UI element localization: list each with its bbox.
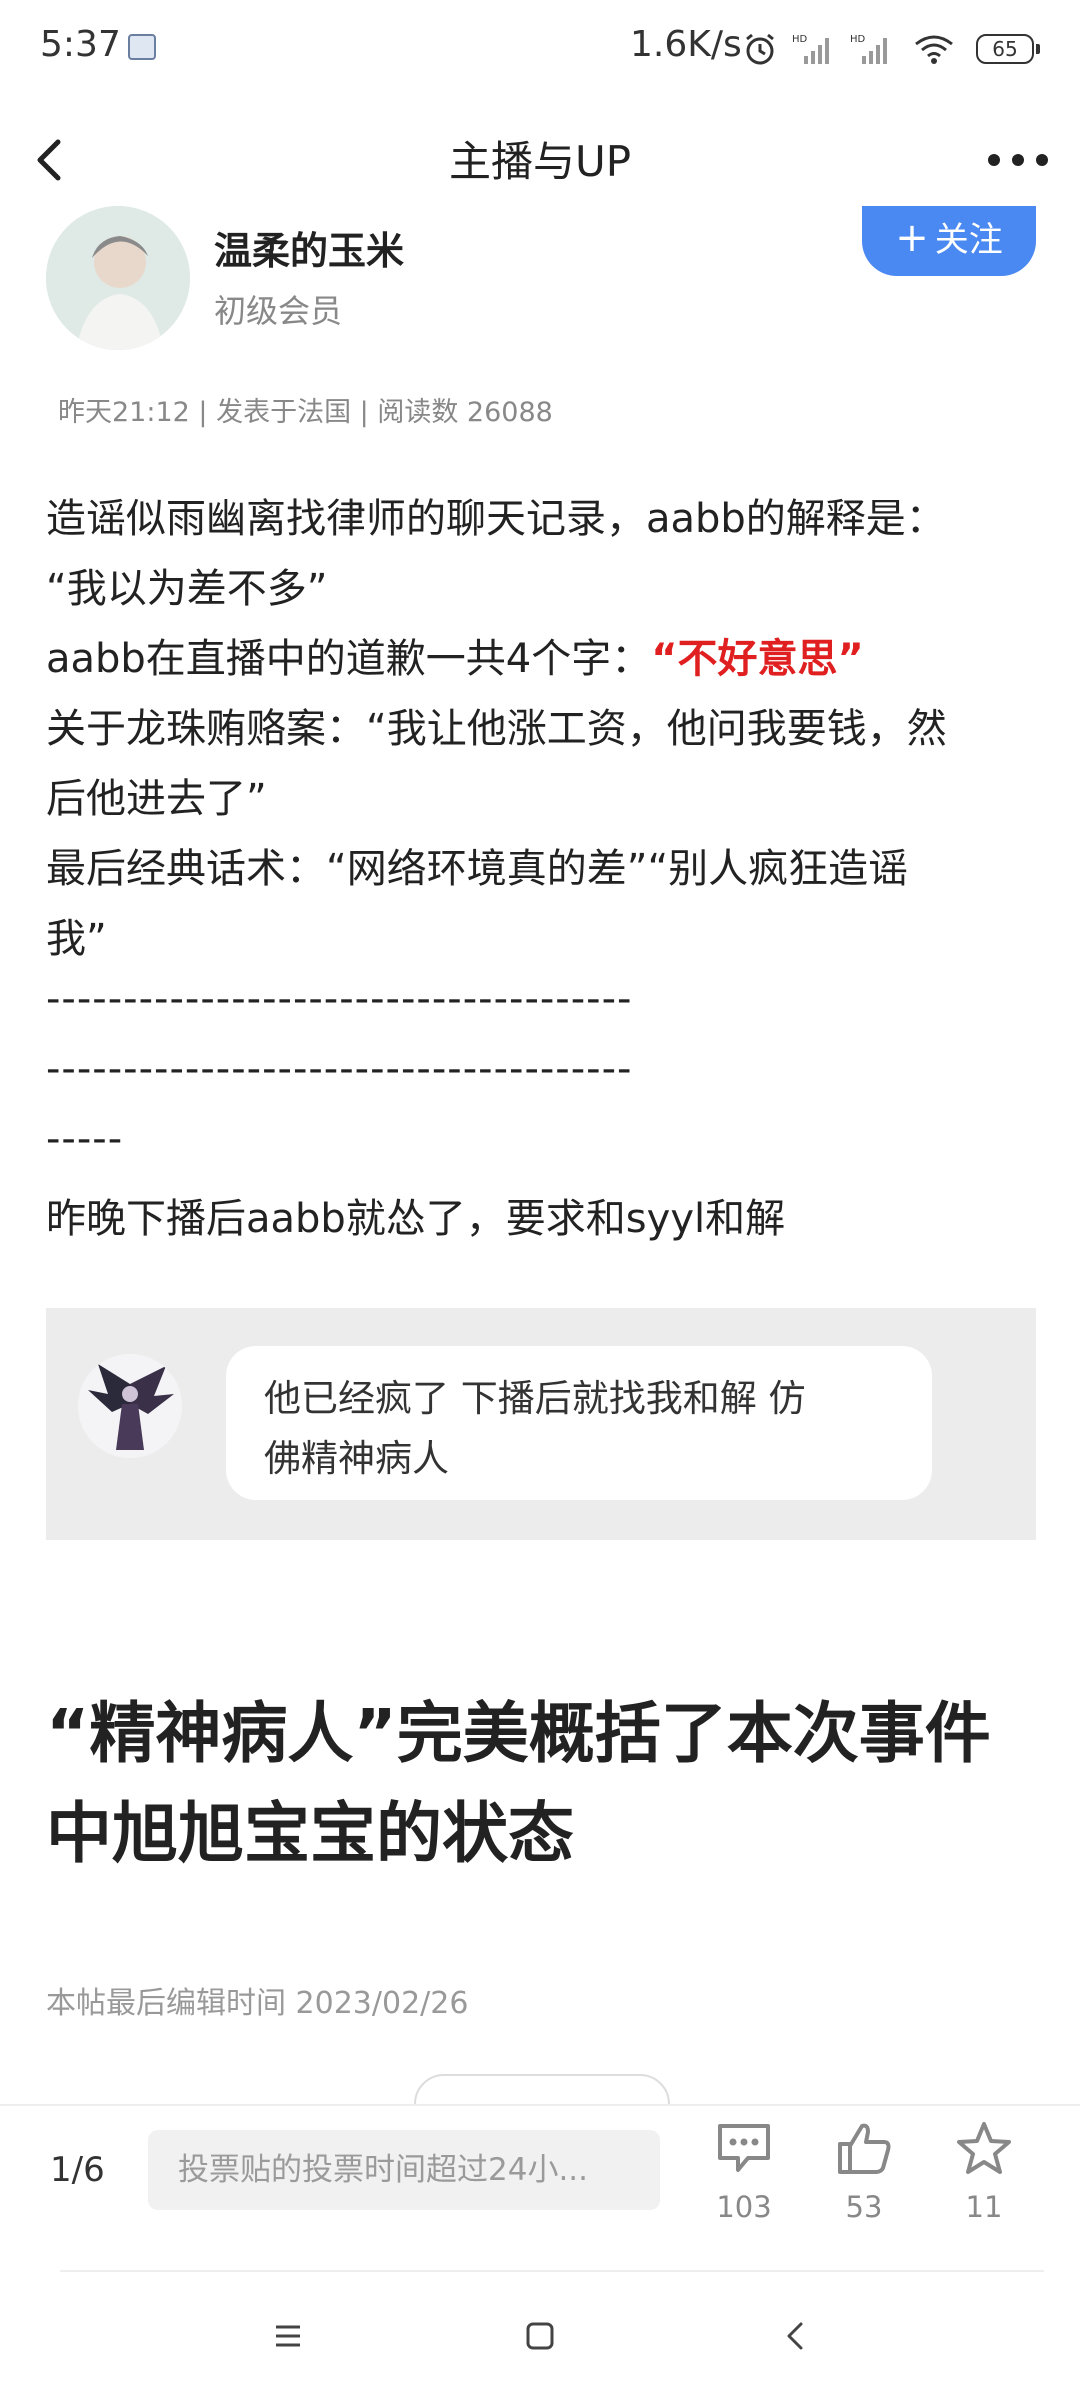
home-icon[interactable] (520, 2316, 560, 2356)
favorite-count: 11 (965, 2190, 1003, 2224)
plus-icon: + (895, 215, 929, 261)
status-bar: 5:37 1.6K/s HD HD 65 (0, 0, 1080, 100)
gallery-notification-icon (128, 34, 156, 60)
divider-dashes: -------------------------------------- (46, 1046, 633, 1092)
follow-label: 关注 (934, 220, 1003, 260)
page-indicator[interactable]: 1/6 (50, 2150, 105, 2190)
status-time: 5:37 (40, 24, 121, 65)
back-icon[interactable] (30, 134, 70, 186)
content-line: 我” (46, 916, 107, 962)
comment-count: 103 (716, 2190, 772, 2224)
more-icon[interactable] (986, 152, 1050, 168)
headline-line: 中旭旭宝宝的状态 (46, 1795, 574, 1872)
content-line: 昨晚下播后aabb就怂了，要求和syyl和解 (46, 1196, 786, 1242)
author-avatar[interactable] (46, 206, 190, 350)
signal-icon-2: HD (850, 34, 887, 64)
winged-figure-image (78, 1354, 182, 1458)
like-button[interactable]: 53 (824, 2120, 904, 2224)
comment-button[interactable]: 103 (704, 2120, 784, 2224)
author-name[interactable]: 温柔的玉米 (214, 220, 404, 275)
headline-line: “精神病人”完美概括了本次事件 (46, 1695, 991, 1772)
follow-button[interactable]: + 关注 (862, 206, 1036, 276)
chat-text: 佛精神病人 (264, 1437, 449, 1480)
content-line: aabb在直播中的道歉一共4个字：“不好意思” (46, 626, 864, 684)
star-icon (957, 2122, 1011, 2174)
content-line: 后他进去了” (46, 776, 267, 822)
content-line: 关于龙珠贿赂案：“我让他涨工资，他问我要钱，然 (46, 706, 947, 752)
last-edit-time: 本帖最后编辑时间 2023/02/26 (46, 1986, 469, 2021)
alarm-icon (746, 33, 774, 65)
thumbs-up-icon (838, 2123, 891, 2174)
content-line: 最后经典话术：“网络环境真的差”“别人疯狂造谣 (46, 846, 909, 892)
favorite-button[interactable]: 11 (944, 2120, 1024, 2224)
content-text: aabb在直播中的道歉一共4个字： (46, 636, 652, 682)
highlighted-quote: “不好意思” (651, 636, 864, 682)
content-line: 造谣似雨幽离找律师的聊天记录，aabb的解释是： (46, 496, 946, 542)
avatar-image (46, 206, 190, 350)
chat-avatar (78, 1354, 182, 1458)
reply-input[interactable]: 投票贴的投票时间超过24小... (148, 2130, 660, 2210)
divider-dashes: ----- (46, 1116, 124, 1162)
signal-icon-1: HD (792, 34, 829, 64)
divider-dashes: -------------------------------------- (46, 976, 633, 1022)
wifi-icon (915, 35, 953, 64)
content-line: “我以为差不多” (46, 566, 328, 612)
nav-back-icon[interactable] (776, 2316, 816, 2356)
svg-text:HD: HD (850, 34, 866, 45)
like-count: 53 (845, 2190, 883, 2224)
menu-icon[interactable] (268, 2316, 308, 2356)
page-title: 主播与UP (448, 137, 632, 186)
post-meta: 昨天21:12 | 发表于法国 | 阅读数 26088 (58, 397, 553, 428)
comment-icon (718, 2124, 770, 2172)
network-speed: 1.6K/s (630, 24, 742, 65)
battery-indicator: 65 (976, 34, 1040, 64)
chat-text: 他已经疯了 下播后就找我和解 仿 (264, 1377, 806, 1420)
author-level: 初级会员 (214, 292, 343, 330)
svg-text:HD: HD (792, 34, 808, 45)
